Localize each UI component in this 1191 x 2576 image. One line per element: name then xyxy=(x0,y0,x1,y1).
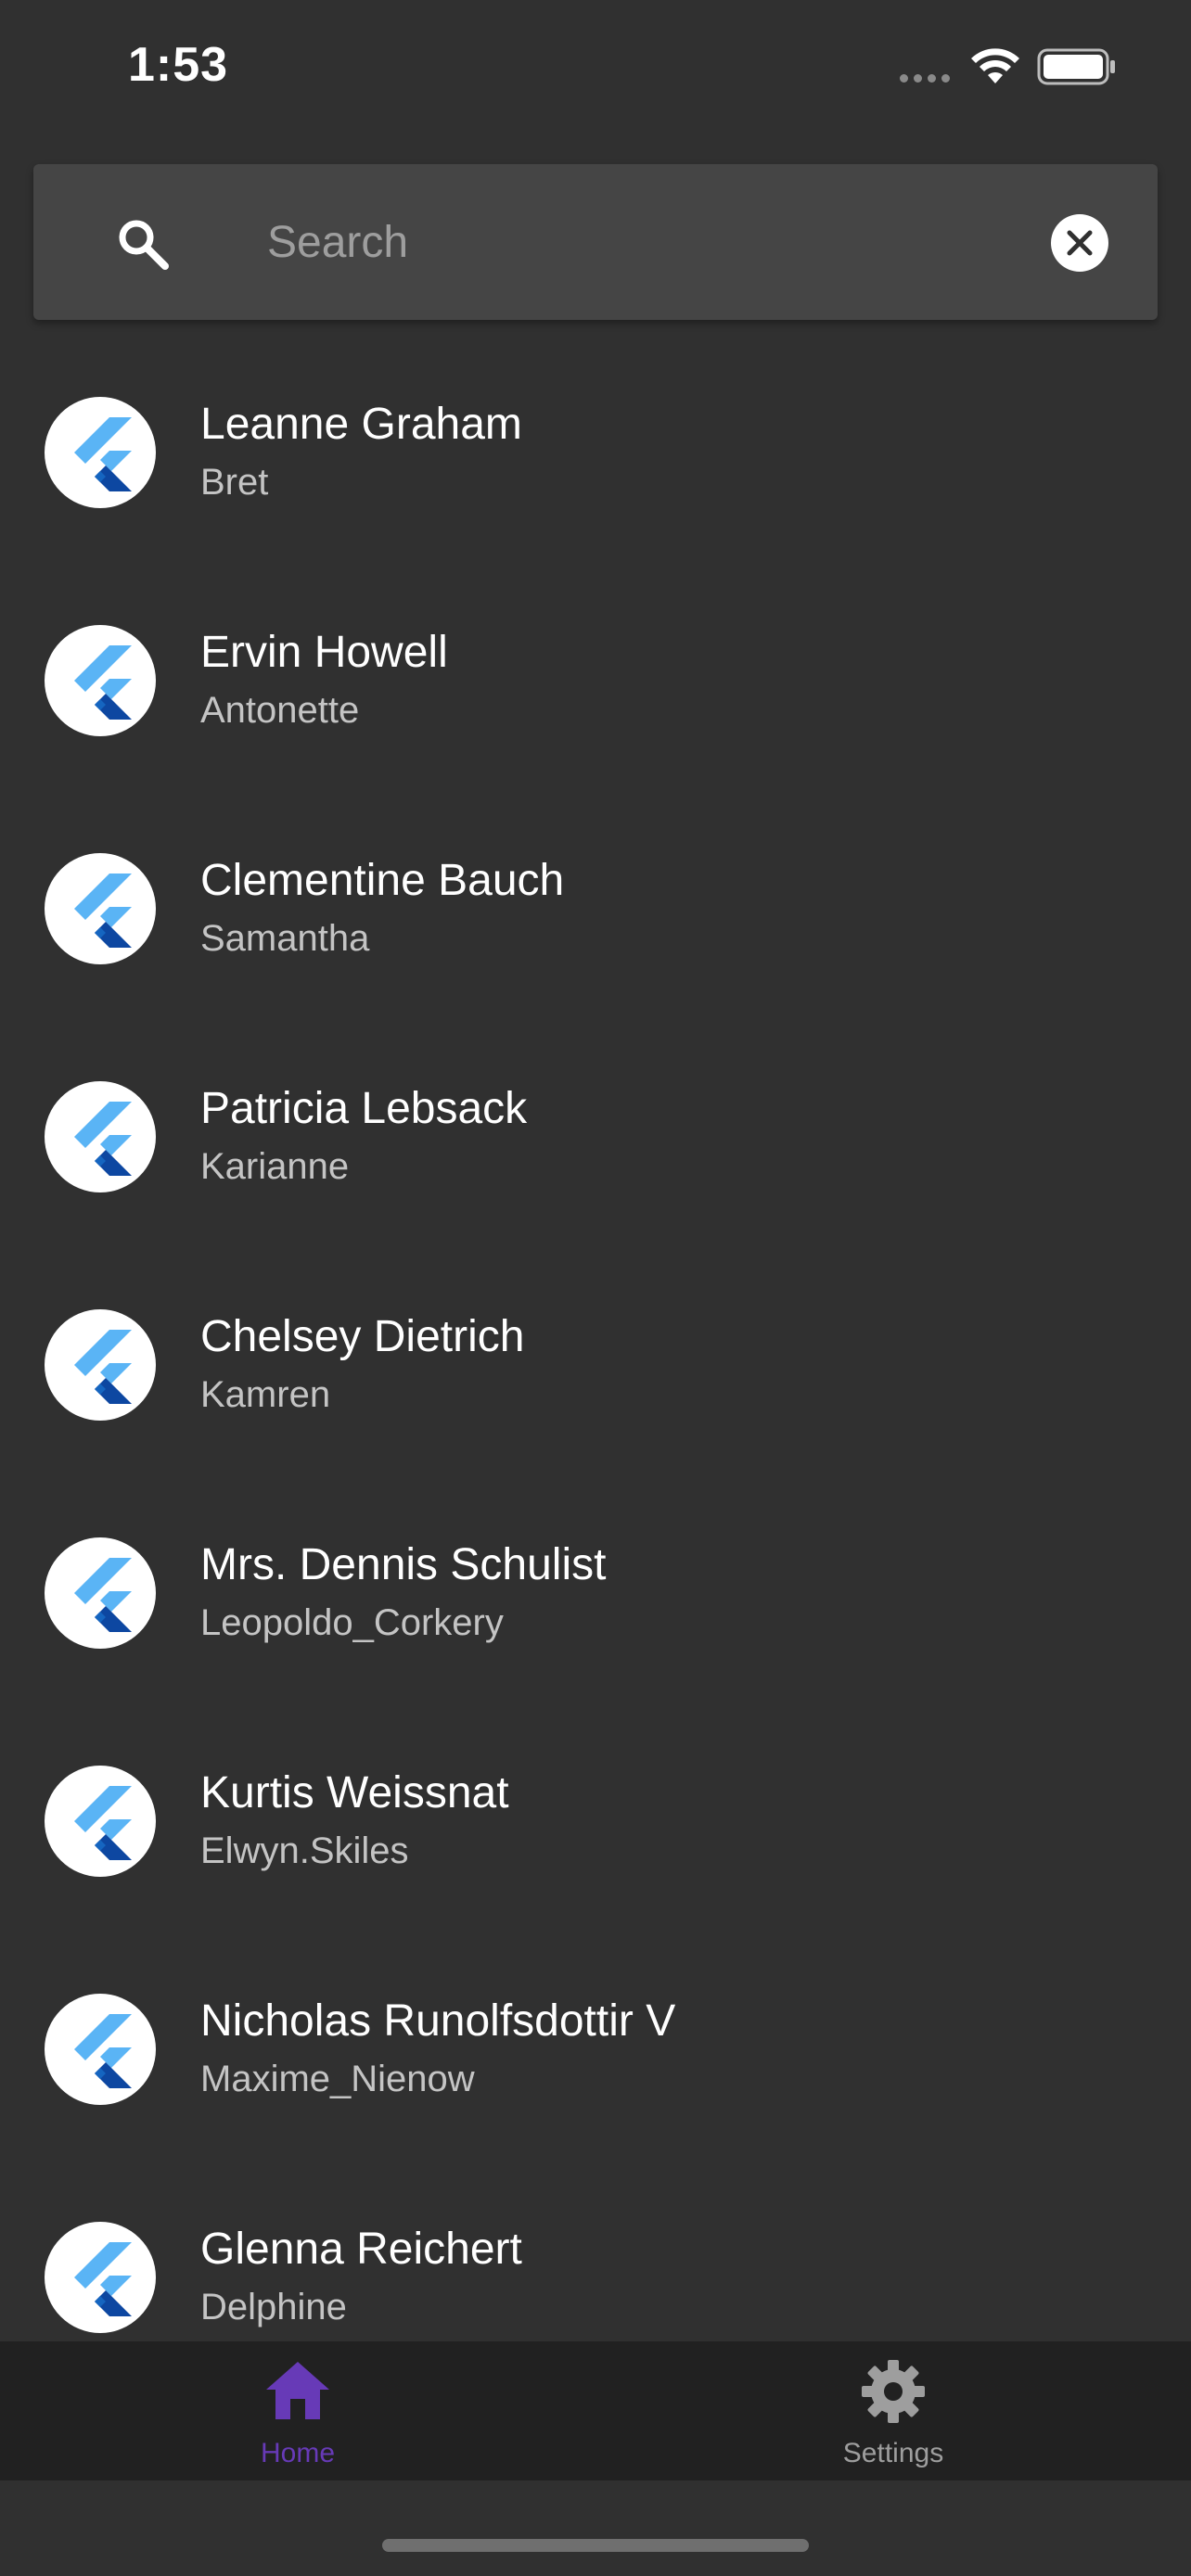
list-item[interactable]: Nicholas Runolfsdottir V Maxime_Nienow xyxy=(0,1949,1191,2177)
home-icon xyxy=(266,2362,329,2419)
user-name: Clementine Bauch xyxy=(200,856,565,905)
user-name: Mrs. Dennis Schulist xyxy=(200,1540,607,1589)
user-username: Elwyn.Skiles xyxy=(200,1830,409,1871)
flutter-logo-icon xyxy=(74,2014,132,2088)
list-item[interactable]: Leanne Graham Bret xyxy=(0,352,1191,580)
avatar xyxy=(45,1994,156,2105)
user-username: Delphine xyxy=(200,2287,347,2327)
user-username: Antonette xyxy=(200,690,360,731)
nav-label-home: Home xyxy=(260,2438,336,2468)
user-name: Ervin Howell xyxy=(200,628,448,677)
user-list: Leanne Graham Bret Ervin Howell Antonett… xyxy=(0,352,1191,2341)
avatar xyxy=(45,625,156,736)
list-item[interactable]: Chelsey Dietrich Kamren xyxy=(0,1265,1191,1493)
flutter-logo-icon xyxy=(74,1786,132,1860)
list-item[interactable]: Mrs. Dennis Schulist Leopoldo_Corkery xyxy=(0,1493,1191,1721)
avatar xyxy=(45,1537,156,1649)
flutter-logo-icon xyxy=(74,874,132,948)
user-username: Leopoldo_Corkery xyxy=(200,1602,504,1643)
user-name: Kurtis Weissnat xyxy=(200,1768,509,1817)
home-indicator xyxy=(382,2539,809,2552)
avatar xyxy=(45,1081,156,1192)
user-username: Maxime_Nienow xyxy=(200,2059,475,2099)
gear-icon xyxy=(862,2360,925,2423)
user-username: Samantha xyxy=(200,918,370,959)
search-bar xyxy=(33,164,1158,320)
list-item[interactable]: Ervin Howell Antonette xyxy=(0,580,1191,809)
flutter-logo-icon xyxy=(74,645,132,720)
nav-item-home[interactable]: Home xyxy=(0,2341,596,2480)
list-item[interactable]: Clementine Bauch Samantha xyxy=(0,809,1191,1037)
list-item[interactable]: Kurtis Weissnat Elwyn.Skiles xyxy=(0,1721,1191,1949)
user-name: Nicholas Runolfsdottir V xyxy=(200,1996,676,2046)
user-name: Chelsey Dietrich xyxy=(200,1312,525,1361)
avatar xyxy=(45,1766,156,1877)
user-name: Leanne Graham xyxy=(200,400,522,449)
avatar xyxy=(45,397,156,508)
flutter-logo-icon xyxy=(74,1102,132,1176)
avatar xyxy=(45,1309,156,1421)
nav-item-settings[interactable]: Settings xyxy=(596,2341,1191,2480)
status-bar: 1:53 xyxy=(0,0,1191,139)
battery-icon xyxy=(1037,48,1115,85)
user-username: Kamren xyxy=(200,1374,331,1415)
status-time: 1:53 xyxy=(128,38,229,92)
flutter-logo-icon xyxy=(74,417,132,491)
list-item[interactable]: Patricia Lebsack Karianne xyxy=(0,1037,1191,1265)
wifi-icon xyxy=(971,48,1019,83)
search-input[interactable] xyxy=(234,196,976,288)
search-icon[interactable] xyxy=(115,216,171,272)
flutter-logo-icon xyxy=(74,1558,132,1632)
user-name: Glenna Reichert xyxy=(200,2225,522,2274)
clear-search-button[interactable] xyxy=(1051,214,1108,272)
bottom-navigation: Home Settings xyxy=(0,2341,1191,2480)
close-icon xyxy=(1067,230,1093,256)
avatar xyxy=(45,853,156,964)
avatar xyxy=(45,2222,156,2333)
list-item[interactable]: Glenna Reichert Delphine xyxy=(0,2177,1191,2341)
user-name: Patricia Lebsack xyxy=(200,1084,528,1133)
user-username: Karianne xyxy=(200,1146,350,1187)
nav-label-settings: Settings xyxy=(842,2438,944,2468)
flutter-logo-icon xyxy=(74,1330,132,1404)
cellular-signal-icon xyxy=(900,74,950,83)
user-username: Bret xyxy=(200,462,269,503)
flutter-logo-icon xyxy=(74,2242,132,2316)
